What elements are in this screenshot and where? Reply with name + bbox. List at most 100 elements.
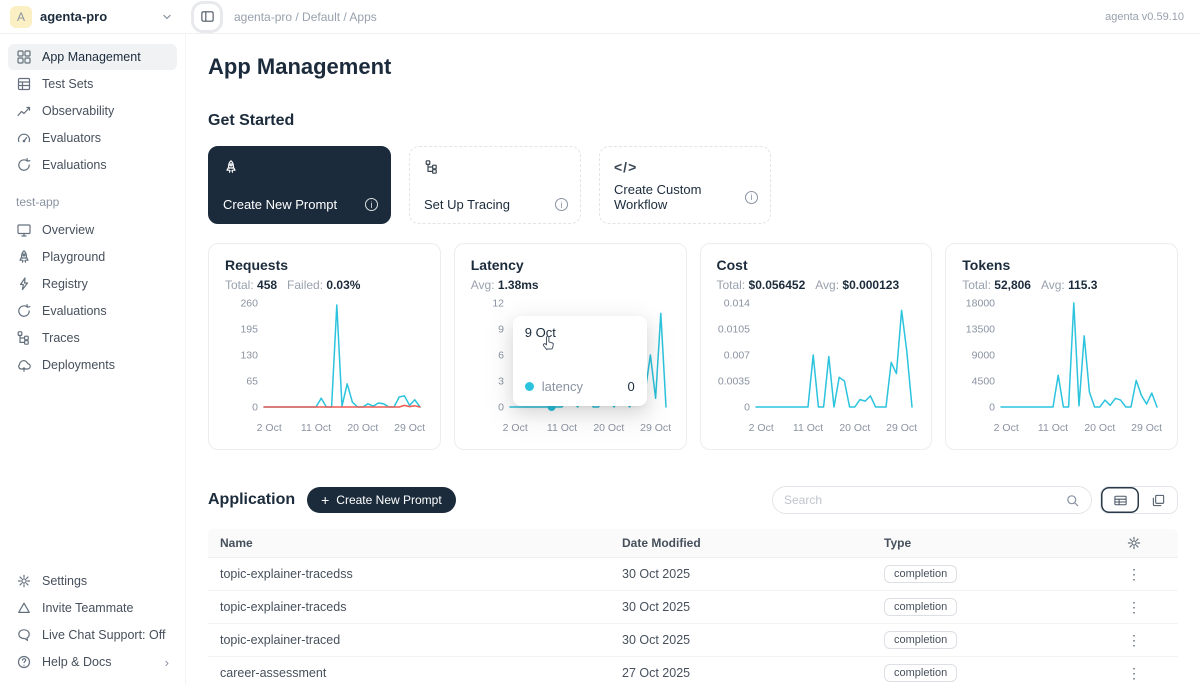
card-view-button[interactable] — [1139, 487, 1177, 513]
main-content: App Management Get Started Create New Pr… — [186, 34, 1200, 684]
sidebar-item-label: Invite Teammate — [42, 601, 133, 615]
chevron-down-icon — [160, 10, 174, 24]
sidebar-footer-item-invite-teammate[interactable]: Invite Teammate — [8, 595, 177, 621]
application-header: Application + Create New Prompt — [208, 486, 1178, 514]
gear-icon[interactable] — [1126, 535, 1142, 551]
metric-stats: Total: 52,806Avg: 115.3 — [962, 278, 1161, 292]
sidebar-item-label: Playground — [42, 250, 105, 264]
create-new-prompt-button[interactable]: + Create New Prompt — [307, 487, 456, 513]
sidebar-item-label: Observability — [42, 104, 114, 118]
tooltip-value: 0 — [628, 379, 635, 394]
info-icon[interactable]: i — [365, 198, 378, 211]
code-icon: </> — [614, 159, 637, 175]
type-badge: completion — [884, 664, 957, 682]
info-icon[interactable]: i — [555, 198, 568, 211]
svg-text:65: 65 — [246, 376, 258, 388]
row-kebab-menu[interactable]: ⋮ — [1090, 665, 1178, 682]
sidebar-item-deployments[interactable]: Deployments — [8, 352, 177, 378]
get-started-card-set-up-tracing[interactable]: Set Up Tracingi — [409, 146, 581, 224]
workspace-switcher[interactable]: A agenta-pro — [0, 6, 186, 28]
svg-text:2 Oct: 2 Oct — [502, 422, 527, 434]
workspace-avatar: A — [10, 6, 32, 28]
question-icon — [16, 654, 32, 670]
app-version: agenta v0.59.10 — [1105, 11, 1200, 23]
sidebar-item-observability[interactable]: Observability — [8, 98, 177, 124]
topbar: A agenta-pro agenta-pro / Default / Apps… — [0, 0, 1200, 34]
sidebar-item-registry[interactable]: Registry — [8, 271, 177, 297]
sidebar-toggle-button[interactable] — [194, 4, 220, 30]
sidebar-item-evaluations[interactable]: Evaluations — [8, 152, 177, 178]
metric-chart: 2601951306502 Oct11 Oct20 Oct29 Oct — [224, 293, 425, 443]
table-row[interactable]: topic-explainer-traceds30 Oct 2025comple… — [208, 591, 1178, 624]
svg-text:18000: 18000 — [966, 298, 995, 310]
sidebar-item-label: Evaluations — [42, 158, 107, 172]
tree-icon — [16, 330, 32, 346]
search-icon[interactable] — [1065, 493, 1080, 508]
sidebar-item-evaluators[interactable]: Evaluators — [8, 125, 177, 151]
grid-icon — [16, 49, 32, 65]
hand-cursor-icon — [539, 333, 557, 358]
sidebar-item-playground[interactable]: Playground — [8, 244, 177, 270]
svg-text:29 Oct: 29 Oct — [640, 422, 671, 434]
svg-text:11 Oct: 11 Oct — [1038, 422, 1068, 434]
svg-text:13500: 13500 — [966, 324, 995, 336]
row-kebab-menu[interactable]: ⋮ — [1090, 599, 1178, 616]
search-input[interactable] — [784, 493, 1059, 507]
table-row[interactable]: topic-explainer-tracedss30 Oct 2025compl… — [208, 558, 1178, 591]
chart-line-icon — [16, 103, 32, 119]
svg-text:6: 6 — [498, 350, 504, 362]
cloud-icon — [16, 357, 32, 373]
sidebar-item-overview[interactable]: Overview — [8, 217, 177, 243]
sidebar-item-evaluations[interactable]: Evaluations — [8, 298, 177, 324]
svg-text:12: 12 — [492, 298, 504, 310]
get-started-cards: Create New PromptiSet Up Tracingi</>Crea… — [208, 146, 1178, 224]
svg-text:20 Oct: 20 Oct — [347, 422, 378, 434]
svg-text:9: 9 — [498, 324, 504, 336]
svg-text:0.007: 0.007 — [723, 350, 749, 362]
chat-icon — [16, 627, 32, 643]
gauge-icon — [16, 130, 32, 146]
svg-text:0.014: 0.014 — [723, 298, 749, 310]
table-row[interactable]: topic-explainer-traced30 Oct 2025complet… — [208, 624, 1178, 657]
metrics-row: Requests Total: 458Failed: 0.03%260195130… — [208, 243, 1178, 450]
info-icon[interactable]: i — [745, 191, 758, 204]
row-kebab-menu[interactable]: ⋮ — [1090, 566, 1178, 583]
sidebar-item-test-sets[interactable]: Test Sets — [8, 71, 177, 97]
application-heading: Application — [208, 491, 295, 509]
svg-text:3: 3 — [498, 376, 504, 388]
table-view-icon — [1113, 493, 1128, 508]
column-header-date-modified: Date Modified — [610, 536, 872, 550]
row-kebab-menu[interactable]: ⋮ — [1090, 632, 1178, 649]
chart-tooltip: 9 Octlatency0 — [513, 316, 647, 406]
sidebar-item-app-management[interactable]: App Management — [8, 44, 177, 70]
rocket-icon — [16, 249, 32, 265]
sidebar-footer-item-settings[interactable]: Settings — [8, 568, 177, 594]
sidebar-item-label: Overview — [42, 223, 94, 237]
svg-text:20 Oct: 20 Oct — [1085, 422, 1116, 434]
get-started-card-create-custom-workflow[interactable]: </>Create Custom Workflowi — [599, 146, 771, 224]
sidebar-group-label: test-app — [8, 179, 177, 217]
sidebar-item-traces[interactable]: Traces — [8, 325, 177, 351]
sidebar-footer-item-live-chat-support-off[interactable]: Live Chat Support: Off — [8, 622, 177, 648]
table-row[interactable]: career-assessment27 Oct 2025completion⋮ — [208, 657, 1178, 684]
app-name-cell: topic-explainer-tracedss — [208, 567, 610, 581]
series-dot-icon — [525, 382, 534, 391]
type-cell: completion — [872, 631, 1090, 649]
metric-stats: Total: 458Failed: 0.03% — [225, 278, 424, 292]
apps-table: NameDate ModifiedType topic-explainer-tr… — [208, 529, 1178, 684]
refresh-icon — [16, 157, 32, 173]
table-view-button[interactable] — [1101, 487, 1139, 513]
metric-title: Requests — [225, 257, 424, 273]
sidebar-item-label: Evaluators — [42, 131, 101, 145]
metric-chart: 0.0140.01050.0070.003502 Oct11 Oct20 Oct… — [716, 293, 917, 443]
get-started-card-create-new-prompt[interactable]: Create New Prompti — [208, 146, 391, 224]
breadcrumb[interactable]: agenta-pro / Default / Apps — [234, 10, 377, 24]
svg-text:260: 260 — [240, 298, 258, 310]
metric-card-requests: Requests Total: 458Failed: 0.03%260195130… — [208, 243, 441, 450]
sidebar-footer-item-help-docs[interactable]: Help & Docs› — [8, 649, 177, 675]
apps-table-header: NameDate ModifiedType — [208, 529, 1178, 558]
tooltip-series-name: latency — [542, 379, 583, 394]
sidebar: App ManagementTest Sets Observability Eval… — [0, 34, 186, 684]
svg-text:2 Oct: 2 Oct — [994, 422, 1019, 434]
sidebar-item-label: Help & Docs — [42, 655, 111, 669]
